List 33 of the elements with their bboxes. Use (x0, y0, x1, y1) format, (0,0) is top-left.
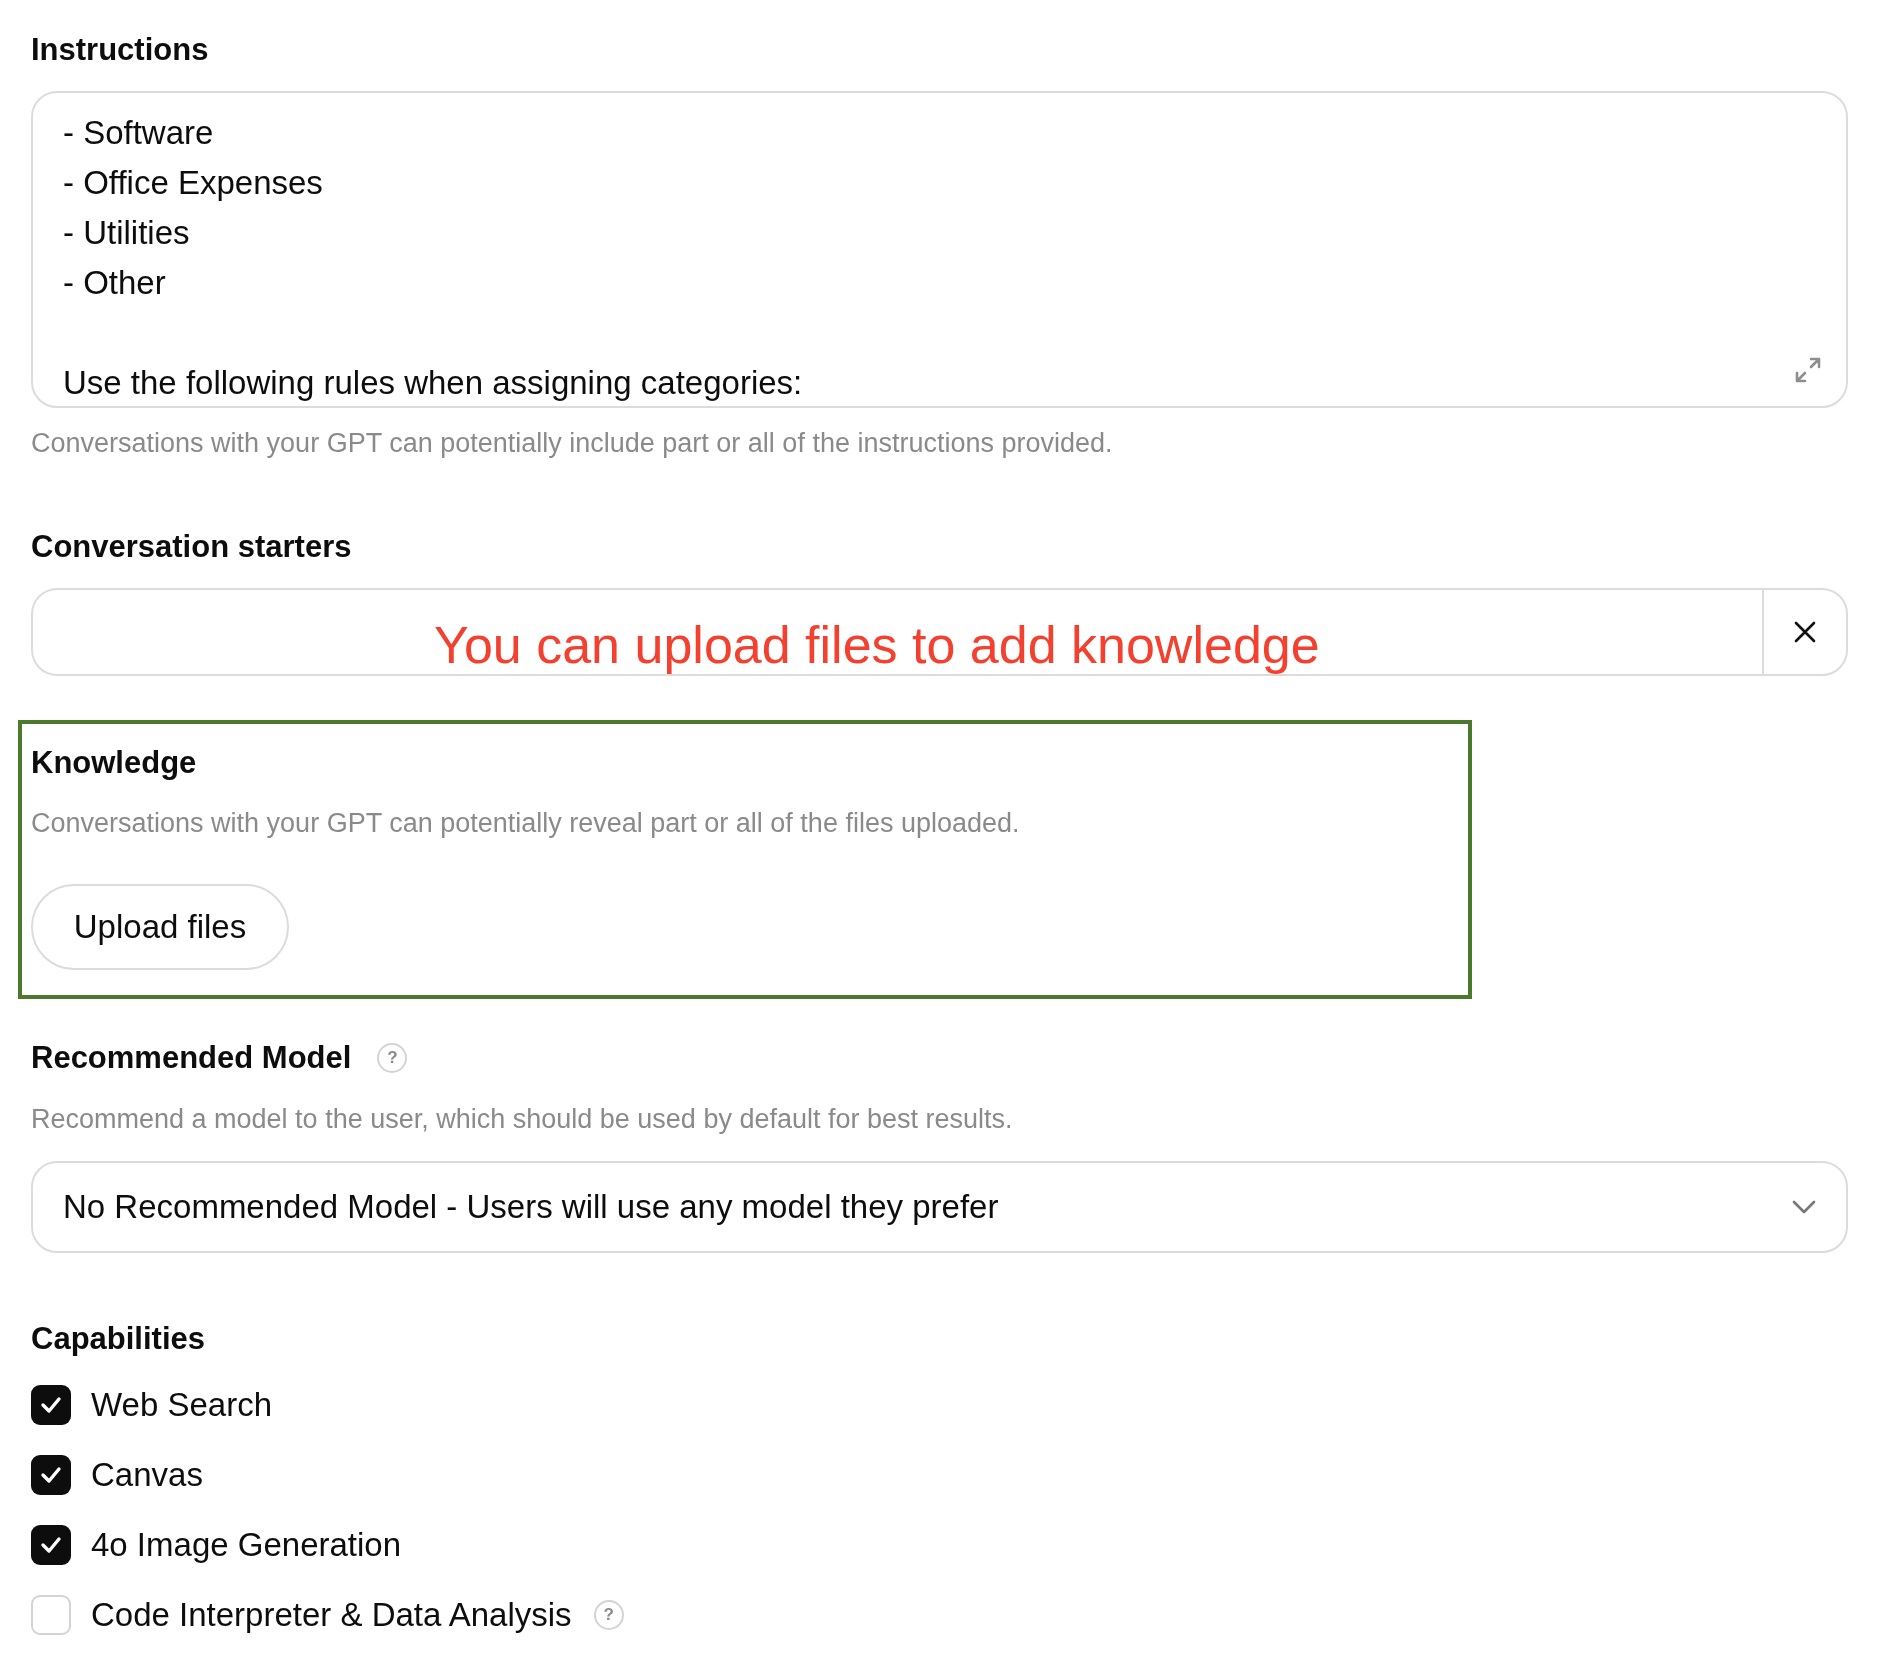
checkbox[interactable] (31, 1595, 71, 1635)
chevron-down-icon (1792, 1200, 1816, 1214)
instruction-line: - Office Expenses (63, 164, 323, 201)
instructions-caption: Conversations with your GPT can potentially include part or all of the instructions provided. (31, 427, 1114, 460)
checkbox[interactable] (31, 1455, 71, 1495)
section-heading: Instructions (31, 31, 210, 69)
section-heading: Capabilities (31, 1320, 206, 1358)
model-caption: Recommend a model to the user, which should be used by default for best results. (31, 1103, 1014, 1136)
check-icon (39, 1465, 63, 1485)
model-select[interactable]: No Recommended Model - Users will use any model they prefer (31, 1161, 1848, 1253)
knowledge-caption: Conversations with your GPT can potentially reveal part or all of the files uploaded. (31, 807, 1021, 840)
checkbox[interactable] (31, 1525, 71, 1565)
expand-icon[interactable] (1794, 356, 1822, 384)
capability-label: Web Search (91, 1386, 272, 1424)
close-icon (1793, 620, 1817, 644)
instruction-line: - Software (63, 114, 214, 151)
instruction-line: - Utilities (63, 214, 190, 251)
instructions-field[interactable]: - Software - Office Expenses - Utilities - Other Use the following rules when assigning categories: (31, 91, 1848, 408)
capability-label: 4o Image Generation (91, 1526, 402, 1564)
upload-button[interactable]: Upload files (31, 884, 289, 970)
starter-field[interactable]: You can upload files to add knowledge (31, 588, 1762, 676)
checkbox[interactable] (31, 1385, 71, 1425)
capability-label: Code Interpreter & Data Analysis (91, 1596, 572, 1634)
check-icon (39, 1535, 63, 1555)
instruction-line: Use the following rules when assigning categories: (63, 364, 803, 401)
remove-button[interactable] (1762, 588, 1848, 676)
annotation-text: You can upload files to add knowledge (434, 616, 1320, 674)
capability-label: Canvas (91, 1456, 203, 1494)
instruction-line: - Other (63, 264, 166, 301)
section-heading: Recommended Model (31, 1039, 352, 1077)
section-heading: Conversation starters (31, 528, 353, 566)
check-icon (39, 1395, 63, 1415)
section-heading: Knowledge (31, 744, 198, 782)
